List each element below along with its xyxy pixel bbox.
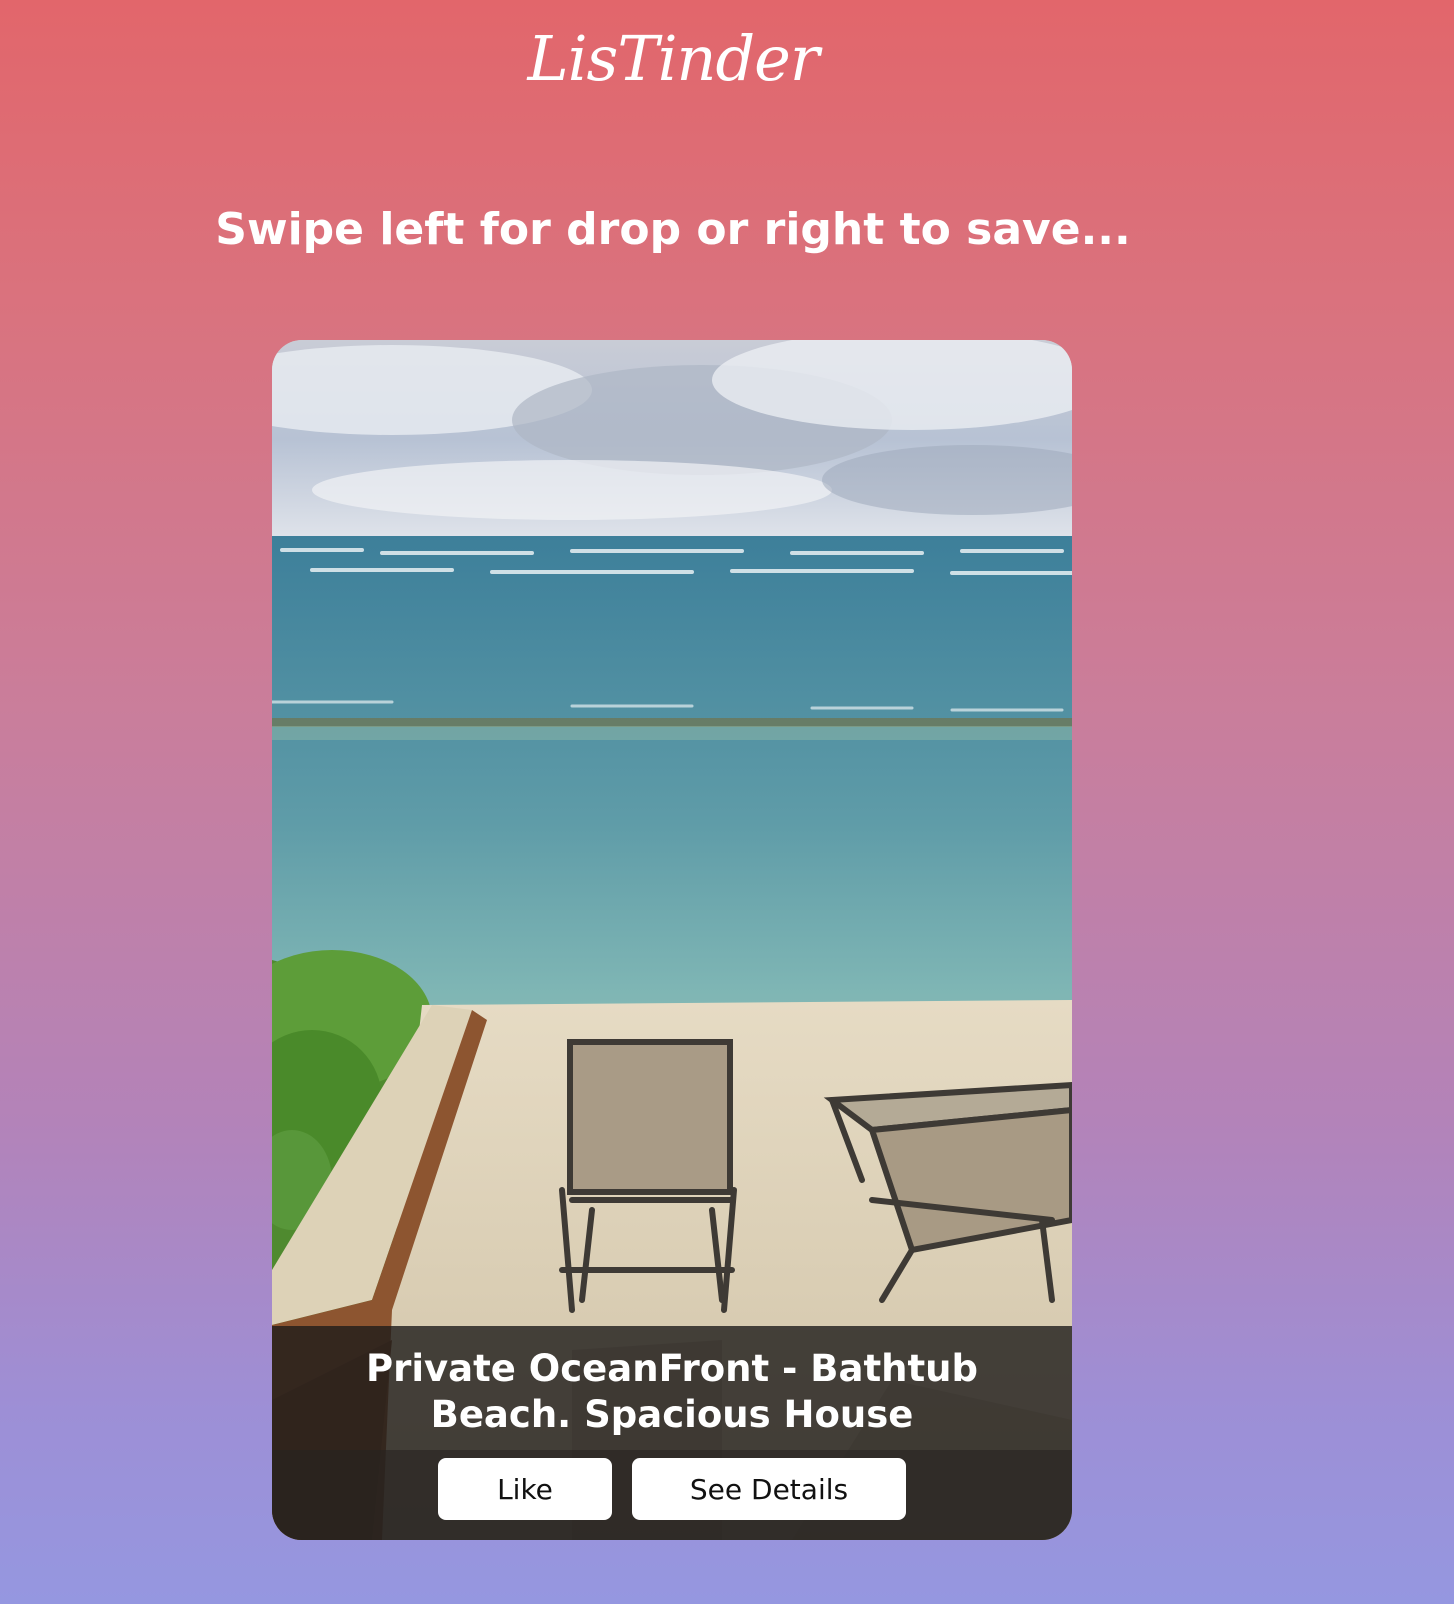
swipe-instructions: Swipe left for drop or right to save...: [215, 204, 1131, 255]
listing-title: Private OceanFront - Bathtub Beach. Spac…: [365, 1347, 979, 1436]
listing-card[interactable]: Private OceanFront - Bathtub Beach. Spac…: [272, 340, 1072, 1540]
see-details-button[interactable]: See Details: [632, 1458, 906, 1520]
like-button[interactable]: Like: [438, 1458, 612, 1520]
app-logo: LisTinder: [527, 22, 820, 95]
listing-info-panel: Private OceanFront - Bathtub Beach. Spac…: [272, 1326, 1072, 1540]
